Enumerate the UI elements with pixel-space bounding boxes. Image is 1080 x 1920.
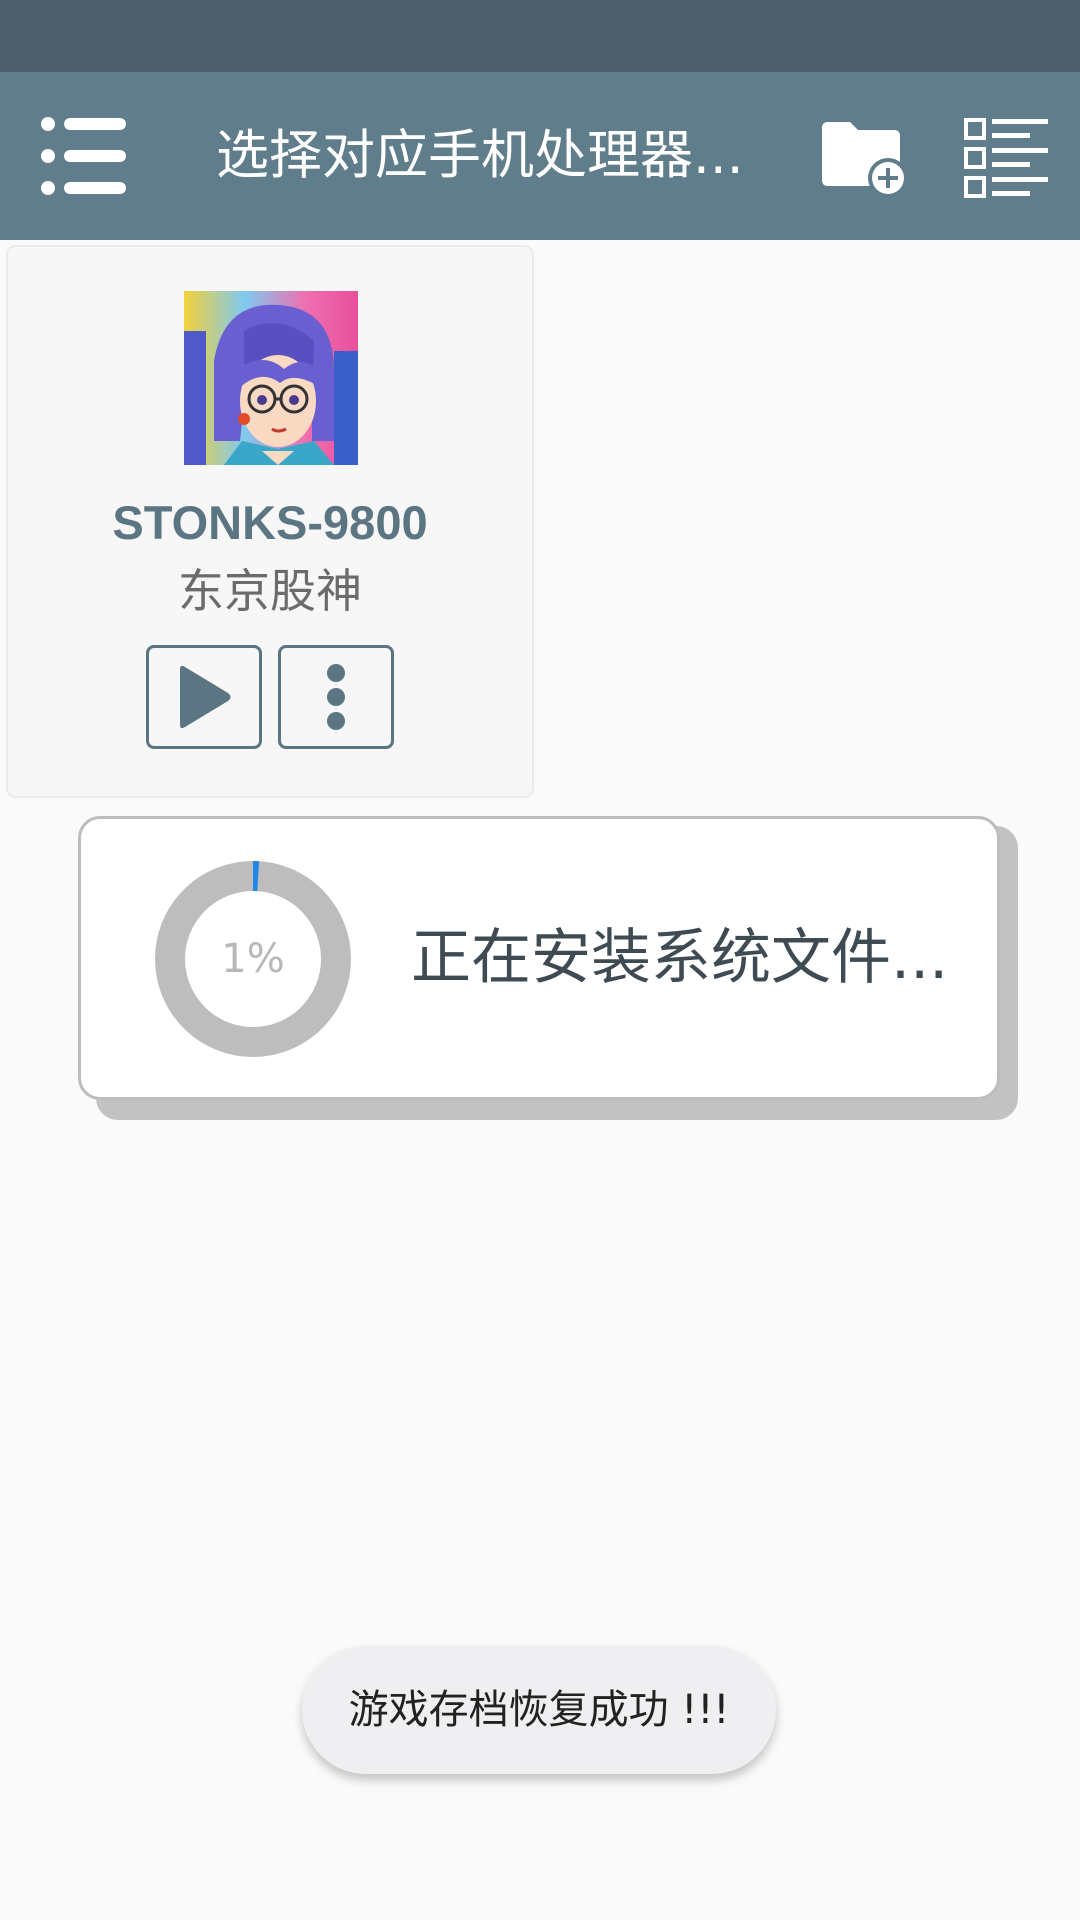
add-folder-button[interactable] — [818, 116, 910, 200]
app-title: 选择对应手机处理器... — [216, 125, 744, 186]
folder-add-icon — [822, 122, 908, 198]
list-view-icon — [964, 118, 1048, 198]
toast-message: 游戏存档恢复成功 !!! — [302, 1646, 776, 1774]
progress-message: 正在安装系统文件... — [411, 923, 949, 993]
list-view-button[interactable] — [962, 116, 1052, 200]
play-icon — [180, 665, 231, 729]
menu-icon — [41, 117, 126, 195]
play-button[interactable] — [146, 645, 262, 749]
install-progress-dialog: 1% 正在安装系统文件... — [78, 816, 1000, 1100]
progress-percent: 1% — [221, 936, 285, 982]
more-vertical-icon — [327, 664, 345, 730]
game-name: 东京股神 — [178, 564, 362, 618]
game-card[interactable]: STONKS-9800 东京股神 — [6, 245, 534, 798]
more-options-button[interactable] — [278, 645, 394, 749]
game-id: STONKS-9800 — [112, 496, 428, 549]
game-cover-image — [184, 291, 358, 465]
app-bar: 选择对应手机处理器... — [0, 72, 1080, 240]
status-bar — [0, 0, 1080, 72]
menu-button[interactable] — [40, 113, 130, 199]
